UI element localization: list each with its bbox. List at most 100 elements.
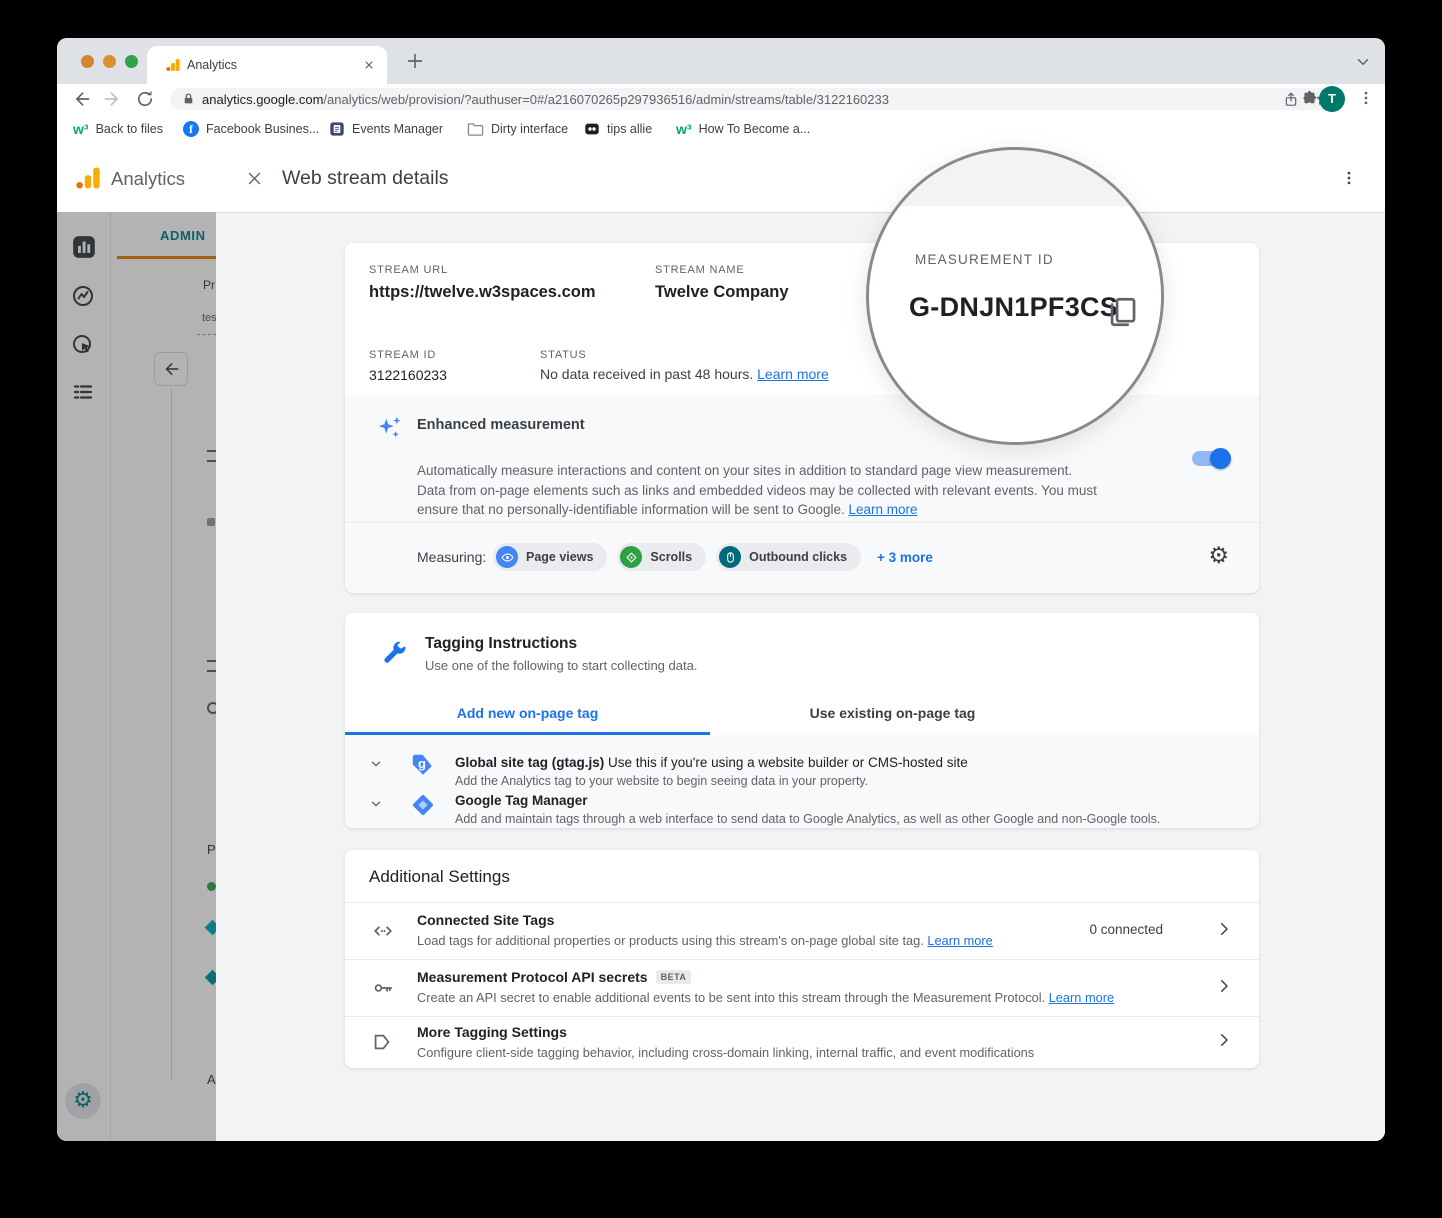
modal-kebab-icon[interactable] [1340, 168, 1358, 188]
browser-menu-kebab-icon[interactable] [1357, 88, 1375, 108]
bookmark-events-manager[interactable]: Events Manager [329, 114, 443, 144]
bookmark-back-to-files[interactable]: w³ Back to files [73, 114, 163, 144]
copy-icon[interactable] [1105, 294, 1139, 330]
additional-settings-title: Additional Settings [369, 867, 510, 886]
close-icon[interactable] [246, 170, 263, 187]
measurement-protocol-learn-more-link[interactable]: Learn more [1049, 990, 1114, 1005]
more-tagging-settings-row[interactable]: More Tagging Settings Configure client-s… [345, 1016, 1259, 1068]
status-value: No data received in past 48 hours. Learn… [540, 366, 829, 382]
additional-settings-card: Additional Settings Connected Site Tags … [345, 850, 1259, 1068]
google-tag-manager-icon [409, 791, 437, 819]
forward-icon[interactable] [103, 89, 123, 109]
modal-title: Web stream details [282, 167, 449, 189]
measurement-id-label: MEASUREMENT ID [915, 252, 1054, 267]
tab-strip: Analytics [57, 38, 1385, 84]
more-chips-link[interactable]: + 3 more [877, 550, 933, 565]
expand-chevron-icon[interactable] [369, 797, 383, 811]
connected-count: 0 connected [1089, 922, 1163, 937]
share-icon[interactable] [1283, 91, 1299, 108]
sparkle-icon [375, 413, 405, 443]
stream-id-value: 3122160233 [369, 367, 447, 383]
gtag-letter: g [418, 756, 426, 771]
bookmarks-bar: w³ Back to files f Facebook Busines... E… [57, 114, 1385, 145]
extensions-puzzle-icon[interactable] [1300, 89, 1319, 108]
chip-page-views[interactable]: Page views [493, 543, 608, 571]
chevron-right-icon[interactable] [1215, 977, 1233, 995]
facebook-icon: f [183, 121, 199, 137]
analytics-brand-label: Analytics [111, 168, 186, 189]
web-stream-details-panel: Web stream details STREAM URL https://tw… [216, 144, 1385, 1141]
folder-icon [467, 122, 484, 137]
url-domain: analytics.google.com [202, 92, 324, 107]
traffic-light-close[interactable] [81, 55, 94, 68]
browser-toolbar: analytics.google.com/analytics/web/provi… [57, 84, 1385, 114]
modal-header: Web stream details [216, 144, 1385, 213]
browser-window: Analytics analytics.google.com/analytics… [57, 38, 1385, 1141]
code-tag-icon [371, 920, 395, 942]
measuring-chips: Page views Scrolls Outbound clicks + 3 m… [493, 543, 933, 571]
tagging-instructions-title: Tagging Instructions [425, 635, 578, 652]
google-tag-manager-title: Google Tag Manager [455, 793, 588, 808]
stream-url-label: STREAM URL [369, 264, 448, 276]
status-label: STATUS [540, 349, 587, 361]
key-icon [371, 977, 395, 999]
global-site-tag-subtitle: Add the Analytics tag to your website to… [455, 774, 869, 788]
tagging-options: g Global site tag (gtag.js) Use this if … [345, 735, 1259, 828]
mouse-icon [719, 546, 742, 568]
connected-site-tags-subtitle: Load tags for additional properties or p… [417, 933, 993, 948]
bookmark-how-to-become[interactable]: w³ How To Become a... [676, 114, 810, 144]
events-manager-icon [329, 121, 345, 137]
stream-name-value: Twelve Company [655, 283, 789, 301]
chevron-right-icon[interactable] [1215, 1031, 1233, 1049]
tab-use-existing-on-page-tag[interactable]: Use existing on-page tag [710, 695, 1075, 732]
tagging-instructions-card: Tagging Instructions Use one of the foll… [345, 613, 1259, 828]
modal-body: STREAM URL https://twelve.w3spaces.com S… [216, 212, 1385, 1141]
profile-avatar[interactable]: T [1319, 86, 1345, 112]
tab-close-icon[interactable] [363, 59, 375, 71]
traffic-light-zoom[interactable] [125, 55, 138, 68]
google-tag-manager-row[interactable]: Google Tag Manager Add and maintain tags… [345, 789, 1259, 829]
back-icon[interactable] [71, 89, 91, 109]
expand-chevron-icon[interactable] [369, 757, 383, 771]
status-learn-more-link[interactable]: Learn more [757, 366, 829, 382]
toggle-knob [1210, 448, 1231, 469]
measurement-id-value: G-DNJN1PF3CS [909, 292, 1119, 322]
measurement-id-magnifier: MEASUREMENT ID G-DNJN1PF3CS [866, 147, 1164, 445]
new-tab-button[interactable] [404, 50, 426, 72]
ga-favicon [165, 57, 181, 73]
global-site-tag-title: Global site tag (gtag.js) Use this if yo… [455, 755, 968, 770]
tagging-instructions-subtitle: Use one of the following to start collec… [425, 658, 698, 673]
enhanced-learn-more-link[interactable]: Learn more [849, 502, 918, 517]
measuring-section: Measuring: Page views Scrolls Outbound c… [345, 523, 1259, 593]
more-tagging-settings-subtitle: Configure client-side tagging behavior, … [417, 1045, 1035, 1060]
tab-search-chevron-icon[interactable] [1354, 53, 1372, 71]
measuring-settings-gear-icon[interactable]: ⚙ [1208, 542, 1229, 570]
wrench-icon [381, 639, 408, 666]
page-content: Analytics ⚙ ADMIN Pr tes P A Web stream … [57, 144, 1385, 1141]
bookmark-tips-allie[interactable]: tips allie [584, 114, 652, 144]
reload-icon[interactable] [135, 89, 155, 109]
url-bar[interactable]: analytics.google.com/analytics/web/provi… [170, 88, 1337, 110]
connected-site-tags-row[interactable]: Connected Site Tags Load tags for additi… [345, 902, 1259, 959]
stream-name-label: STREAM NAME [655, 264, 745, 276]
enhanced-measurement-toggle[interactable] [1192, 448, 1231, 469]
browser-tab-analytics[interactable]: Analytics [147, 46, 387, 84]
enhanced-measurement-description: Automatically measure interactions and c… [417, 463, 1097, 517]
chevron-right-icon[interactable] [1215, 920, 1233, 938]
traffic-light-minimize[interactable] [103, 55, 116, 68]
bookmark-dirty-interface[interactable]: Dirty interface [467, 114, 568, 144]
analytics-logo-icon [74, 164, 102, 192]
bookmark-facebook-business[interactable]: f Facebook Busines... [183, 114, 319, 144]
tab-title: Analytics [187, 58, 238, 72]
measuring-label: Measuring: [417, 549, 487, 565]
measurement-protocol-row[interactable]: Measurement Protocol API secrets BETA Cre… [345, 959, 1259, 1016]
dimmed-background: ⚙ ADMIN Pr tes P A [57, 212, 216, 1141]
chip-scrolls[interactable]: Scrolls [617, 543, 707, 571]
connected-site-tags-learn-more-link[interactable]: Learn more [927, 933, 992, 948]
chip-outbound-clicks[interactable]: Outbound clicks [716, 543, 862, 571]
enhanced-measurement-title: Enhanced measurement [417, 417, 585, 433]
scroll-icon [620, 546, 643, 568]
tab-add-new-on-page-tag[interactable]: Add new on-page tag [345, 695, 710, 732]
global-site-tag-row[interactable]: g Global site tag (gtag.js) Use this if … [345, 743, 1259, 788]
stream-url-value: https://twelve.w3spaces.com [369, 283, 596, 301]
